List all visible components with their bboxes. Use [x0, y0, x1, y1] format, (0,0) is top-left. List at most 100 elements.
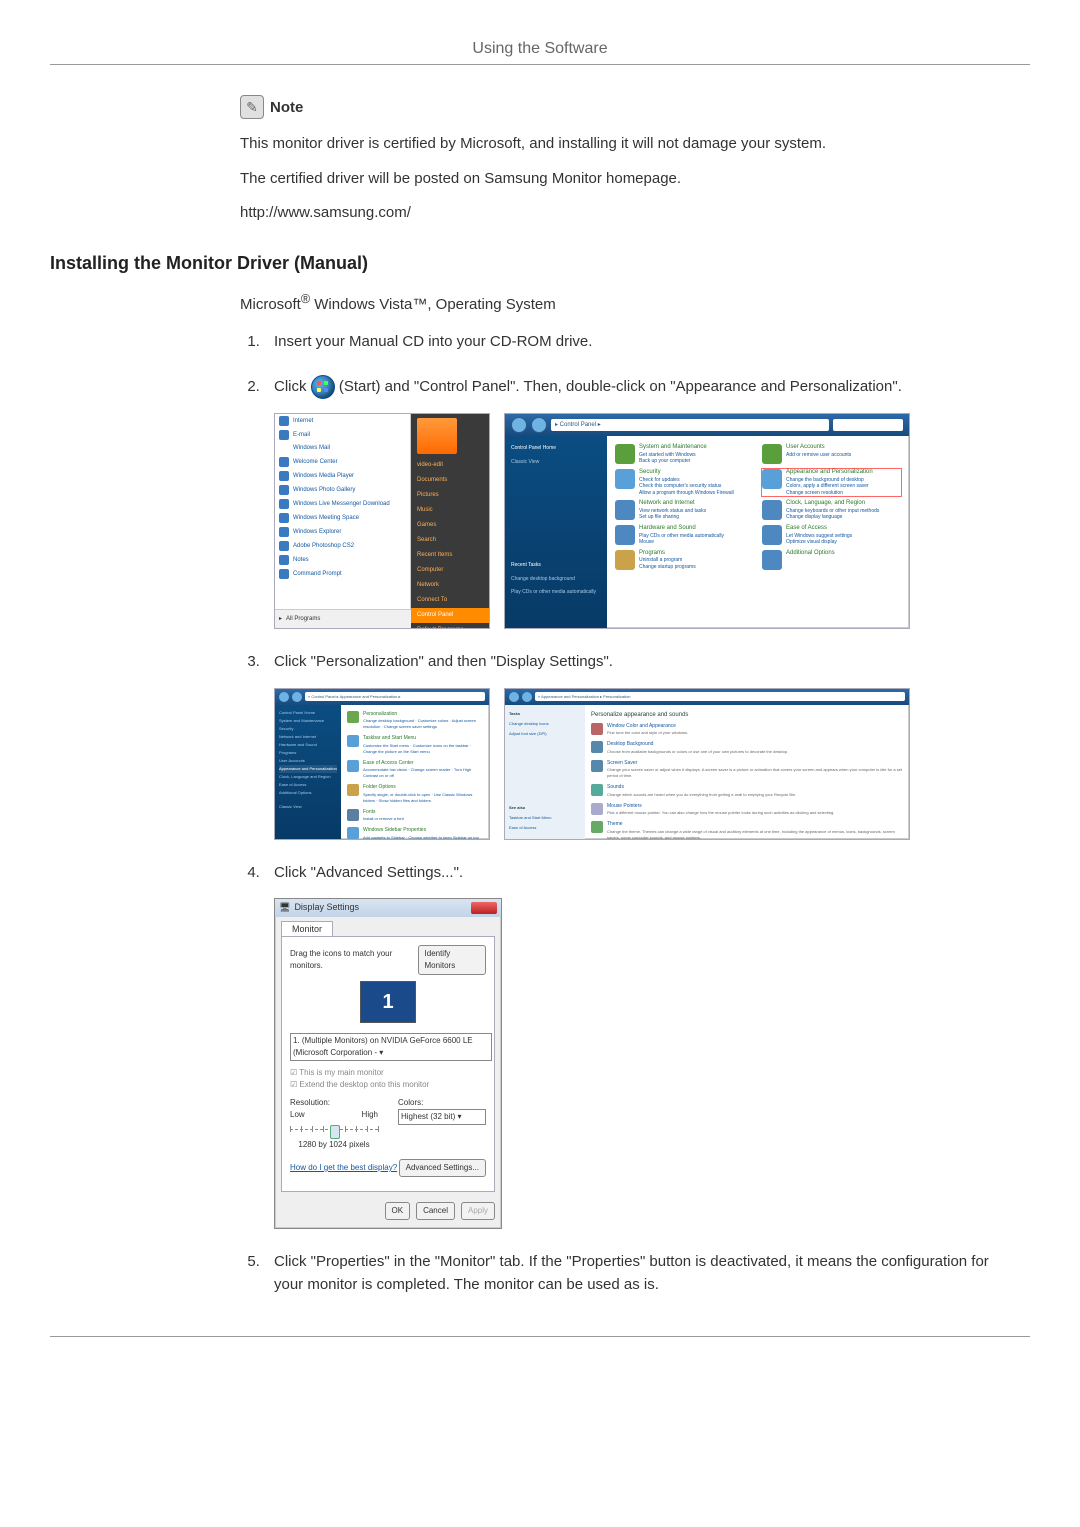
back-button-icon[interactable]	[511, 417, 527, 433]
ap-entry-sub[interactable]: Customize the Start menu · Customize ico…	[363, 743, 483, 755]
sm-item[interactable]: Internet	[275, 414, 410, 428]
pers-seealso-item[interactable]: Ease of Access	[509, 823, 581, 833]
advanced-settings-button[interactable]: Advanced Settings...	[399, 1159, 486, 1177]
forward-button-icon[interactable]	[531, 417, 547, 433]
cp-category-sublink[interactable]: Optimize visual display	[786, 539, 852, 546]
back-button-icon[interactable]	[509, 692, 519, 702]
cp-category-sublink[interactable]: Colors, apply a different screen saver	[786, 483, 873, 490]
pers-entry[interactable]: Window Color and AppearanceFine tune the…	[591, 723, 903, 737]
ap-entry-sub[interactable]: Add gadgets to Sidebar · Choose whether …	[363, 835, 483, 840]
close-icon[interactable]	[471, 902, 497, 914]
address-bar[interactable]: « Appearance and Personalization ▸ Perso…	[535, 692, 905, 701]
cp-category[interactable]: Network and InternetView network status …	[615, 500, 754, 521]
pers-entry[interactable]: Mouse PointersPick a different mouse poi…	[591, 803, 903, 817]
cp-category-sublink[interactable]: Change screen resolution	[786, 490, 873, 497]
cp-category-sublink[interactable]: Change startup programs	[639, 564, 696, 571]
search-field[interactable]	[833, 419, 903, 431]
cp-side-home[interactable]: Control Panel Home	[511, 442, 601, 456]
pers-entry[interactable]: SoundsChange which sounds are heard when…	[591, 784, 903, 798]
cp-category[interactable]: User AccountsAdd or remove user accounts	[762, 444, 901, 465]
ap-entry[interactable]: Taskbar and Start MenuCustomize the Star…	[347, 735, 483, 755]
sm-item[interactable]: Windows Media Player	[275, 469, 410, 483]
address-bar[interactable]: ▸ Control Panel ▸	[551, 419, 829, 431]
ap-side-item[interactable]: System and Maintenance	[279, 717, 337, 725]
ap-side-item[interactable]: Ease of Access	[279, 781, 337, 789]
pers-seealso-item[interactable]: Taskbar and Start Menu	[509, 813, 581, 823]
cancel-button[interactable]: Cancel	[416, 1202, 455, 1220]
sm-right-item[interactable]: video-edit	[411, 458, 489, 473]
resolution-slider[interactable]	[290, 1123, 378, 1137]
cp-category-sublink[interactable]: Mouse	[639, 539, 724, 546]
monitor-tab[interactable]: Monitor	[281, 921, 333, 936]
colors-select[interactable]: Highest (32 bit) ▾	[398, 1109, 486, 1125]
back-button-icon[interactable]	[279, 692, 289, 702]
ap-entry[interactable]: Ease of Access CenterAccommodate low vis…	[347, 760, 483, 780]
ap-entry-sub[interactable]: Change desktop background · Customize co…	[363, 718, 483, 730]
ap-entry[interactable]: PersonalizationChange desktop background…	[347, 711, 483, 731]
cp-category-sublink[interactable]: Allow a program through Windows Firewall	[639, 490, 734, 497]
sm-item[interactable]: Windows Photo Gallery	[275, 483, 410, 497]
cp-side-classic[interactable]: Classic View	[511, 456, 601, 470]
sm-item[interactable]: Windows Live Messenger Download	[275, 497, 410, 511]
cp-category-sublink[interactable]: Add or remove user accounts	[786, 452, 851, 459]
ap-side-item[interactable]: Hardware and Sound	[279, 741, 337, 749]
sm-item[interactable]: Welcome Center	[275, 455, 410, 469]
pers-entry[interactable]: Desktop BackgroundChoose from available …	[591, 741, 903, 755]
sm-item[interactable]: Adobe Photoshop CS2	[275, 539, 410, 553]
sm-item[interactable]: Command Prompt	[275, 567, 410, 581]
address-bar[interactable]: « Control Panel ▸ Appearance and Persona…	[305, 692, 485, 701]
sm-right-item[interactable]: Computer	[411, 563, 489, 578]
help-link[interactable]: How do I get the best display?	[290, 1162, 397, 1174]
sm-item[interactable]: Windows Explorer	[275, 525, 410, 539]
cp-category-sublink[interactable]: Back up your computer	[639, 458, 707, 465]
sm-right-item[interactable]: Default Programs	[411, 623, 489, 629]
ap-side-item[interactable]: User Accounts	[279, 757, 337, 765]
ap-side-item[interactable]: Clock, Language and Region	[279, 773, 337, 781]
ap-entry[interactable]: FontsInstall or remove a font	[347, 809, 483, 823]
ap-side-item[interactable]: Security	[279, 725, 337, 733]
forward-button-icon[interactable]	[522, 692, 532, 702]
cp-category[interactable]: Appearance and PersonalizationChange the…	[762, 469, 901, 496]
sm-item[interactable]: Windows Mail	[275, 442, 410, 455]
ok-button[interactable]: OK	[385, 1202, 411, 1220]
ap-entry[interactable]: Folder OptionsSpecify single- or double-…	[347, 784, 483, 804]
ap-entry[interactable]: Windows Sidebar PropertiesAdd gadgets to…	[347, 827, 483, 840]
cp-category-sublink[interactable]: Change display language	[786, 514, 879, 521]
cp-category[interactable]: System and MaintenanceGet started with W…	[615, 444, 754, 465]
sm-item[interactable]: E-mail	[275, 428, 410, 442]
pers-entry[interactable]: ThemeChange the theme. Themes can change…	[591, 821, 903, 840]
identify-monitors-button[interactable]: Identify Monitors	[418, 945, 486, 975]
ap-entry-sub[interactable]: Install or remove a font	[363, 816, 404, 822]
cp-category-sublink[interactable]: Check this computer's security status	[639, 483, 734, 490]
cp-category[interactable]: Hardware and SoundPlay CDs or other medi…	[615, 525, 754, 546]
sm-right-item[interactable]: Network	[411, 578, 489, 593]
ap-entry-sub[interactable]: Accommodate low vision · Change screen r…	[363, 767, 483, 779]
sm-right-item[interactable]: Documents	[411, 473, 489, 488]
sm-all-programs[interactable]: ▸All Programs	[275, 609, 418, 628]
cp-category[interactable]: Clock, Language, and RegionChange keyboa…	[762, 500, 901, 521]
sm-right-item[interactable]: Search	[411, 533, 489, 548]
cp-category-sublink[interactable]: Set up file sharing	[639, 514, 706, 521]
ap-side-item[interactable]: Appearance and Personalization	[279, 765, 337, 773]
cp-category[interactable]: Ease of AccessLet Windows suggest settin…	[762, 525, 901, 546]
ap-side-classic[interactable]: Classic View	[279, 803, 337, 811]
sm-right-item[interactable]: Pictures	[411, 488, 489, 503]
sm-right-item-highlight[interactable]: Control Panel	[411, 608, 489, 623]
ap-side-item[interactable]: Programs	[279, 749, 337, 757]
cp-category[interactable]: Additional Options	[762, 550, 901, 571]
ap-entry-sub[interactable]: Specify single- or double-click to open …	[363, 792, 483, 804]
pers-side-item[interactable]: Adjust font size (DPI)	[509, 729, 581, 739]
sm-right-item[interactable]: Recent Items	[411, 548, 489, 563]
sm-right-item[interactable]: Games	[411, 518, 489, 533]
sm-item[interactable]: Notes	[275, 553, 410, 567]
cp-category[interactable]: ProgramsUninstall a programChange startu…	[615, 550, 754, 571]
ap-side-item[interactable]: Additional Options	[279, 789, 337, 797]
cp-recent-item[interactable]: Play CDs or other media automatically	[511, 586, 601, 600]
ap-side-item[interactable]: Network and Internet	[279, 733, 337, 741]
sm-item[interactable]: Windows Meeting Space	[275, 511, 410, 525]
pers-entry[interactable]: Screen SaverChange your screen saver or …	[591, 760, 903, 780]
cp-category[interactable]: SecurityCheck for updatesCheck this comp…	[615, 469, 754, 496]
pers-side-item[interactable]: Change desktop icons	[509, 719, 581, 729]
cp-recent-item[interactable]: Change desktop background	[511, 573, 601, 587]
slider-thumb[interactable]	[330, 1125, 340, 1139]
